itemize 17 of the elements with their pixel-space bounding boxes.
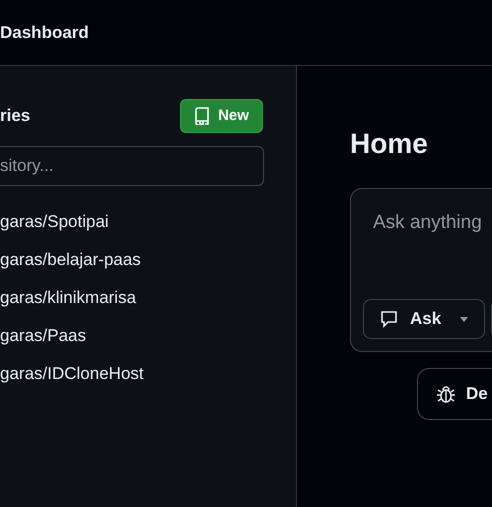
- ask-input-field[interactable]: Ask anything: [373, 209, 492, 238]
- bug-icon: [436, 384, 456, 404]
- new-button[interactable]: New: [180, 99, 263, 133]
- repository-link[interactable]: garas/belajar-paas: [0, 241, 141, 279]
- caret-icon: [460, 316, 468, 322]
- repository-link[interactable]: garas/IDCloneHost: [0, 355, 144, 393]
- comment-icon: [380, 310, 398, 328]
- ask-mode-button[interactable]: Ask: [363, 299, 485, 339]
- search-field[interactable]: sitory...: [0, 146, 264, 186]
- repository-link[interactable]: garas/klinikmarisa: [0, 279, 136, 317]
- repository-link[interactable]: garas/Spotipai: [0, 203, 109, 241]
- repository-link[interactable]: garas/Paas: [0, 317, 86, 355]
- page-heading: Home: [350, 127, 429, 161]
- page-title: Dashboard: [0, 22, 89, 44]
- sidebar-heading: ries: [0, 105, 30, 128]
- book-icon: [194, 107, 210, 125]
- suggestion-button[interactable]: De: [417, 368, 492, 420]
